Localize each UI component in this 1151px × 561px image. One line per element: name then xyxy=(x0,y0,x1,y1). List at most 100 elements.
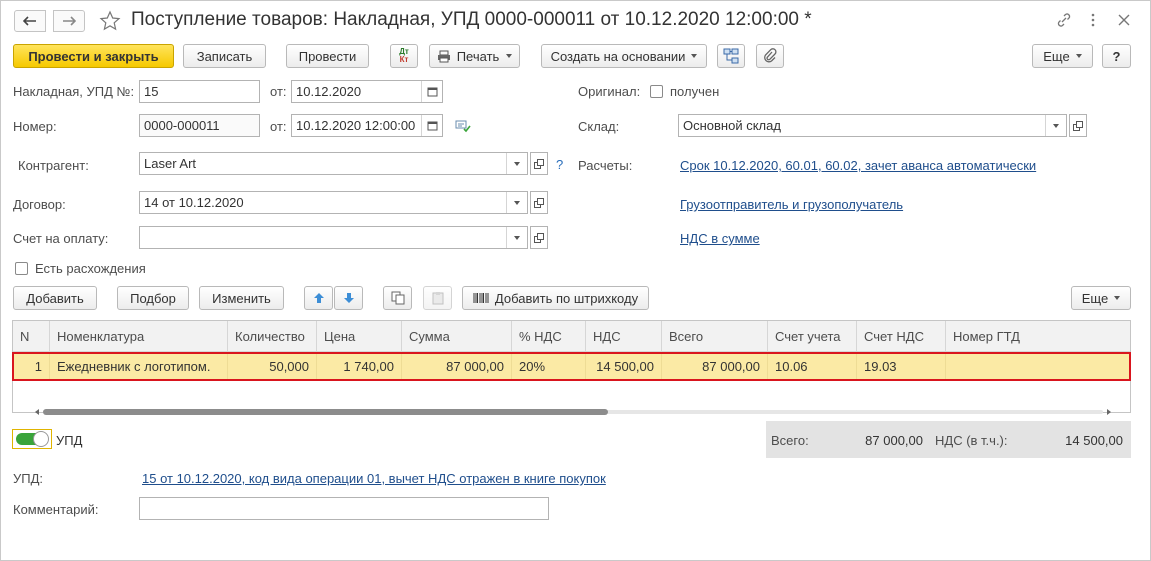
invoice-number-input[interactable]: 15 xyxy=(139,80,260,103)
contract-select[interactable]: 14 от 10.12.2020 xyxy=(139,191,528,214)
column-header-sum[interactable]: Сумма xyxy=(402,321,512,351)
back-button[interactable] xyxy=(14,10,46,32)
upd-label: УПД: xyxy=(13,471,44,486)
arrow-left-icon xyxy=(23,16,36,26)
structure-button[interactable] xyxy=(717,44,745,68)
contract-label: Договор: xyxy=(13,197,66,212)
totals-panel: Всего: 87 000,00 НДС (в т.ч.): 14 500,00 xyxy=(766,421,1131,458)
print-button[interactable]: Печать xyxy=(429,44,520,68)
original-received-label: получен xyxy=(670,84,720,99)
chevron-down-icon xyxy=(691,54,698,58)
chevron-down-icon[interactable] xyxy=(506,153,527,174)
move-up-button[interactable] xyxy=(304,286,333,310)
vat-in-amount-link[interactable]: НДС в сумме xyxy=(680,231,760,246)
move-down-button[interactable] xyxy=(334,286,363,310)
open-icon xyxy=(534,232,544,243)
favorite-star-icon[interactable] xyxy=(99,10,121,32)
post-button[interactable]: Провести xyxy=(286,44,369,68)
original-label: Оригинал: xyxy=(578,84,641,99)
attach-button[interactable] xyxy=(756,44,784,68)
post-and-close-button[interactable]: Провести и закрыть xyxy=(13,44,174,68)
counterparty-help[interactable]: ? xyxy=(556,157,563,172)
paperclip-icon xyxy=(764,48,777,63)
number-date-label: от: xyxy=(270,119,287,134)
upd-link[interactable]: 15 от 10.12.2020, код вида операции 01, … xyxy=(142,471,606,486)
discrepancy-checkbox[interactable] xyxy=(15,262,28,275)
column-header-n[interactable]: N xyxy=(13,321,50,351)
close-icon[interactable] xyxy=(1117,13,1131,27)
number-input[interactable]: 0000-000011 xyxy=(139,114,260,137)
number-date-input[interactable]: 10.12.2020 12:00:00 xyxy=(291,114,443,137)
save-button[interactable]: Записать xyxy=(183,44,266,68)
invoice-date-input[interactable]: 10.12.2020 xyxy=(291,80,443,103)
calendar-icon[interactable] xyxy=(421,81,442,102)
printer-icon xyxy=(437,50,450,62)
window-title: Поступление товаров: Накладная, УПД 0000… xyxy=(131,9,812,30)
dtkt-icon: Дт Кт xyxy=(399,47,409,64)
chevron-down-icon xyxy=(1114,296,1121,300)
column-header-gtd-number[interactable]: Номер ГТД xyxy=(946,321,1130,351)
create-based-on-button[interactable]: Создать на основании xyxy=(541,44,707,68)
settlements-link[interactable]: Срок 10.12.2020, 60.01, 60.02, зачет ава… xyxy=(680,158,1036,173)
add-row-button[interactable]: Добавить xyxy=(13,286,97,310)
column-header-quantity[interactable]: Количество xyxy=(228,321,317,351)
comment-label: Комментарий: xyxy=(13,502,99,517)
barcode-icon xyxy=(473,293,489,303)
invoice-number-label: Накладная, УПД №: xyxy=(13,84,135,99)
upd-toggle[interactable] xyxy=(12,429,52,449)
copy-row-button[interactable] xyxy=(383,286,412,310)
chevron-down-icon[interactable] xyxy=(506,192,527,213)
link-icon[interactable] xyxy=(1056,12,1072,28)
counterparty-open-button[interactable] xyxy=(530,152,548,175)
column-header-account[interactable]: Счет учета xyxy=(768,321,857,351)
structure-icon xyxy=(723,48,739,64)
scrollbar-thumb xyxy=(43,409,608,415)
warehouse-open-button[interactable] xyxy=(1069,114,1087,137)
counterparty-select[interactable]: Laser Art xyxy=(139,152,528,175)
dtkt-report-button[interactable]: Дт Кт xyxy=(390,44,418,68)
discrepancy-label: Есть расхождения xyxy=(35,261,146,276)
total-value: 87 000,00 xyxy=(865,433,923,448)
paste-button[interactable] xyxy=(423,286,452,310)
number-label: Номер: xyxy=(13,119,57,134)
open-icon xyxy=(534,197,544,208)
horizontal-scrollbar[interactable] xyxy=(35,403,1111,415)
more-button[interactable]: Еще xyxy=(1032,44,1093,68)
pick-button[interactable]: Подбор xyxy=(117,286,189,310)
payment-invoice-select[interactable] xyxy=(139,226,528,249)
highlight-frame xyxy=(12,352,1131,381)
vat-total-label: НДС (в т.ч.): xyxy=(935,433,1008,448)
arrow-up-icon xyxy=(313,293,324,303)
column-header-vat[interactable]: НДС xyxy=(586,321,662,351)
column-header-price[interactable]: Цена xyxy=(317,321,402,351)
add-by-barcode-button[interactable]: Добавить по штрихкоду xyxy=(462,286,649,310)
chevron-down-icon[interactable] xyxy=(1045,115,1066,136)
total-label: Всего: xyxy=(771,433,809,448)
upd-toggle-label: УПД xyxy=(56,433,83,448)
more-vertical-icon[interactable] xyxy=(1090,12,1096,28)
chevron-down-icon[interactable] xyxy=(506,227,527,248)
shipper-consignee-link[interactable]: Грузоотправитель и грузополучатель xyxy=(680,197,903,212)
settlements-label: Расчеты: xyxy=(578,158,633,173)
arrow-down-icon xyxy=(343,293,354,303)
column-header-total[interactable]: Всего xyxy=(662,321,768,351)
comment-input[interactable] xyxy=(139,497,549,520)
help-button[interactable]: ? xyxy=(1102,44,1131,68)
chevron-down-icon xyxy=(506,54,513,58)
document-check-icon[interactable] xyxy=(455,119,471,133)
forward-button[interactable] xyxy=(53,10,85,32)
column-header-nomenclature[interactable]: Номенклатура xyxy=(50,321,228,351)
calendar-icon[interactable] xyxy=(421,115,442,136)
contract-open-button[interactable] xyxy=(530,191,548,214)
table-more-button[interactable]: Еще xyxy=(1071,286,1131,310)
column-header-vat-rate[interactable]: % НДС xyxy=(512,321,586,351)
column-header-vat-account[interactable]: Счет НДС xyxy=(857,321,946,351)
payment-invoice-open-button[interactable] xyxy=(530,226,548,249)
arrow-right-icon xyxy=(63,16,76,26)
warehouse-select[interactable]: Основной склад xyxy=(678,114,1067,137)
original-received-checkbox[interactable] xyxy=(650,85,663,98)
edit-row-button[interactable]: Изменить xyxy=(199,286,284,310)
payment-invoice-label: Счет на оплату: xyxy=(13,231,109,246)
invoice-date-label: от: xyxy=(270,84,287,99)
chevron-down-icon xyxy=(1075,54,1082,58)
